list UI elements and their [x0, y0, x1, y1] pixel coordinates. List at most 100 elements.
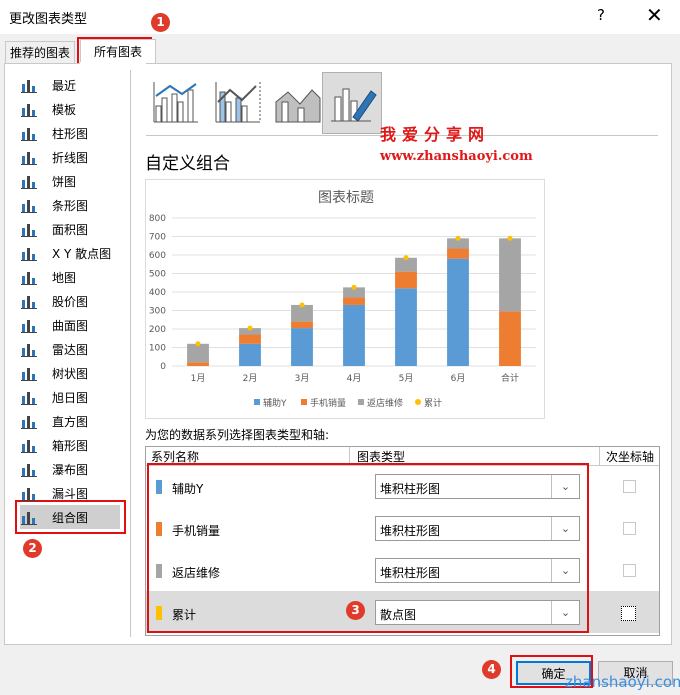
sidebar-item-8[interactable]: 地图 [20, 265, 128, 289]
box-chart-icon [20, 436, 38, 454]
sidebar-item-label: 面积图 [52, 223, 89, 237]
sidebar-item-11[interactable]: 雷达图 [20, 337, 128, 361]
dialog-title: 更改图表类型 [9, 12, 88, 27]
sidebar-item-18[interactable]: 组合图 [20, 505, 128, 529]
chart-preview: 图表标题 0 100 200 300 400 500 600 700 800 1月 2月 3月 4月 5月 6… [145, 179, 545, 419]
scatter-point [247, 325, 253, 331]
bar-segment [291, 321, 313, 329]
combo-type-clustered-line-secondary[interactable] [208, 72, 268, 134]
sidebar-item-7[interactable]: X Y 散点图 [20, 241, 128, 265]
sidebar-item-0[interactable]: 最近 [20, 73, 128, 97]
sunburst-chart-icon [20, 388, 38, 406]
tab-join [80, 62, 146, 64]
bar-segment [447, 258, 469, 366]
map-chart-icon [20, 268, 38, 286]
sidebar-item-label: X Y 散点图 [52, 247, 112, 261]
y-tick-label: 800 [149, 214, 166, 224]
sidebar-item-label: 组合图 [52, 511, 89, 525]
sidebar-item-3[interactable]: 折线图 [20, 145, 128, 169]
header-secondary-axis: 次坐标轴 [606, 450, 655, 464]
highlight-box-series [147, 463, 589, 633]
legend-marker [254, 399, 260, 405]
sidebar-item-label: 地图 [52, 271, 77, 285]
scatter-point [195, 341, 201, 347]
x-tick-label: 3月 [295, 373, 310, 384]
secondary-axis-checkbox[interactable] [621, 606, 636, 621]
x-tick-label: 2月 [243, 373, 258, 384]
chart-title: 图表标题 [318, 190, 374, 206]
sidebar-item-label: 直方图 [52, 415, 89, 429]
bar-segment [239, 334, 261, 344]
title-bar [0, 0, 680, 34]
help-button[interactable]: ? [597, 6, 605, 24]
x-tick-label: 4月 [347, 373, 362, 384]
sidebar-item-4[interactable]: 饼图 [20, 169, 128, 193]
surface-chart-icon [20, 316, 38, 334]
sidebar-item-9[interactable]: 股价图 [20, 289, 128, 313]
tab-all-charts[interactable]: 所有图表 [80, 39, 156, 64]
sidebar-item-10[interactable]: 曲面图 [20, 313, 128, 337]
waterfall-chart-icon [20, 460, 38, 478]
sidebar-item-16[interactable]: 瀑布图 [20, 457, 128, 481]
legend-label: 累计 [424, 397, 442, 409]
scatter-point [507, 235, 513, 241]
y-tick-label: 600 [149, 251, 166, 261]
sidebar-item-label: 瀑布图 [52, 463, 89, 477]
x-tick-label: 5月 [399, 373, 414, 384]
step-badge-4: 4 [482, 660, 501, 679]
legend-marker [415, 399, 421, 405]
x-tick-label: 6月 [451, 373, 466, 384]
treemap-chart-icon [20, 364, 38, 382]
bar-segment [499, 238, 521, 312]
sidebar-item-1[interactable]: 模板 [20, 97, 128, 121]
bar-segment [395, 271, 417, 289]
x-tick-label: 1月 [191, 373, 206, 384]
sidebar-item-6[interactable]: 面积图 [20, 217, 128, 241]
bar-chart-icon [20, 196, 38, 214]
scatter-point [299, 302, 305, 308]
stacked-area-column-icon [275, 89, 321, 123]
bar-segment [343, 304, 365, 366]
secondary-axis-checkbox [623, 522, 636, 535]
radar-chart-icon [20, 340, 38, 358]
pie-chart-icon [20, 172, 38, 190]
legend-marker [358, 399, 364, 405]
template-icon [20, 100, 38, 118]
tab-recommended[interactable]: 推荐的图表 [5, 41, 76, 64]
combo-type-custom[interactable] [322, 72, 382, 134]
sidebar-divider [130, 70, 131, 637]
y-tick-label: 700 [149, 233, 166, 243]
sidebar-item-12[interactable]: 树状图 [20, 361, 128, 385]
combo-type-clustered-line[interactable] [146, 72, 206, 134]
bar-segment [447, 248, 469, 259]
combo-type-stacked-area-column[interactable] [268, 72, 328, 134]
clustered-line-secondary-icon [215, 82, 261, 123]
combo-chart-icon [20, 508, 38, 526]
legend-marker [301, 399, 307, 405]
line-chart-icon [20, 148, 38, 166]
sidebar-item-5[interactable]: 条形图 [20, 193, 128, 217]
watermark-text: 我爱分享网 [380, 125, 491, 144]
funnel-chart-icon [20, 484, 38, 502]
sidebar-item-13[interactable]: 旭日图 [20, 385, 128, 409]
sidebar-item-label: 最近 [52, 79, 77, 93]
sidebar-item-17[interactable]: 漏斗图 [20, 481, 128, 505]
series-prompt: 为您的数据系列选择图表类型和轴: [145, 428, 330, 442]
sidebar-item-label: 旭日图 [52, 391, 89, 405]
sidebar-item-label: 饼图 [52, 175, 77, 189]
step-badge-1: 1 [151, 13, 170, 32]
bar-segment [291, 328, 313, 366]
legend-label: 返店维修 [367, 397, 403, 409]
y-tick-label: 300 [149, 307, 166, 317]
watermark-url: www.zhanshaoyi.com [380, 149, 533, 164]
sidebar-item-15[interactable]: 箱形图 [20, 433, 128, 457]
y-tick-label: 100 [149, 344, 166, 354]
sidebar-item-label: 箱形图 [52, 439, 89, 453]
column-separator [599, 447, 600, 465]
sidebar-item-2[interactable]: 柱形图 [20, 121, 128, 145]
sidebar-item-14[interactable]: 直方图 [20, 409, 128, 433]
stock-chart-icon [20, 292, 38, 310]
close-button[interactable]: ✕ [646, 3, 663, 27]
sidebar-item-label: 雷达图 [52, 343, 89, 357]
scatter-point [455, 235, 461, 241]
